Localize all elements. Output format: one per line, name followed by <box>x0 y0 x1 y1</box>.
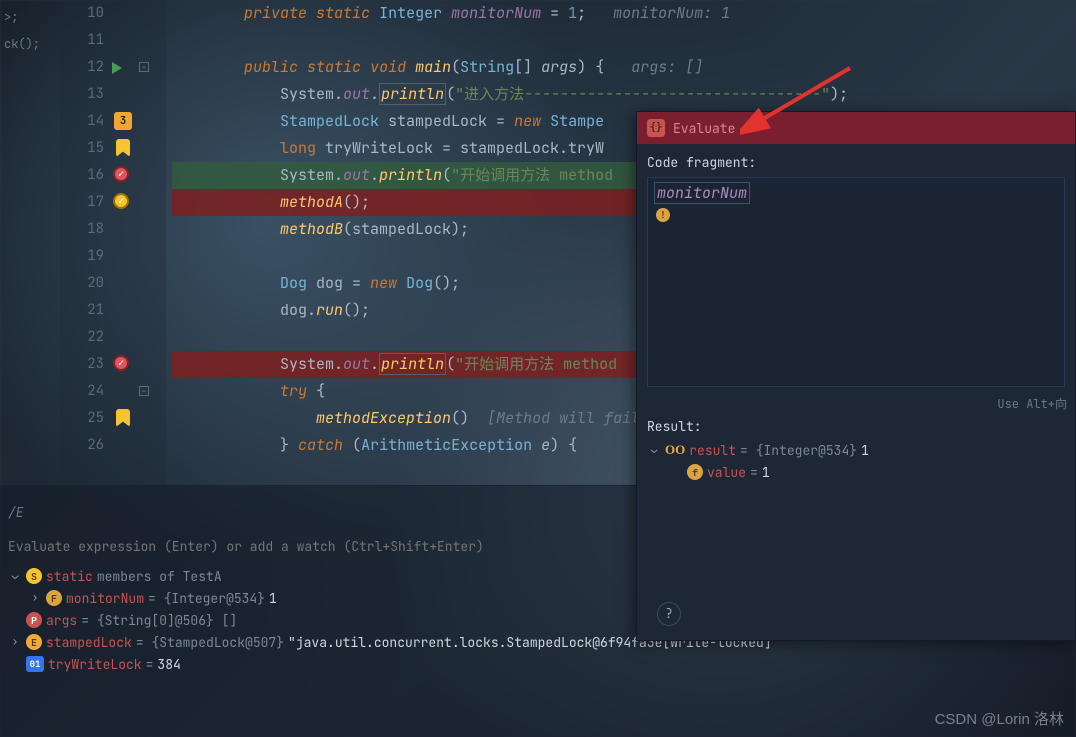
expression-token: monitorNum <box>654 182 750 204</box>
result-row[interactable]: f value = 1 <box>647 461 1065 483</box>
variable-name: monitorNum <box>66 590 144 607</box>
variable-name: args <box>46 612 77 629</box>
line-number[interactable]: 17 <box>60 189 104 216</box>
breakpoint-icon[interactable] <box>113 166 129 182</box>
result-label: Result: <box>647 418 1065 435</box>
numbered-bookmark-icon[interactable]: 3 <box>114 112 132 130</box>
code-line[interactable]: private static Integer monitorNum = 1; m… <box>172 0 1076 27</box>
result-type: = <box>750 464 758 481</box>
line-number[interactable]: 25 <box>60 405 104 432</box>
variable-value: 384 <box>157 656 180 673</box>
glasses-icon: OO <box>665 442 685 458</box>
variable-type: = {Integer@534} <box>148 590 265 607</box>
line-number[interactable]: 21 <box>60 297 104 324</box>
result-name: result <box>689 442 736 459</box>
variable-value: 1 <box>269 590 277 607</box>
line-number-gutter[interactable]: 1011121314151617181920212223242526 <box>60 0 110 485</box>
watermark: CSDN @Lorin 洛林 <box>935 708 1064 729</box>
variable-kind-icon: P <box>26 612 42 628</box>
code-fragment-label: Code fragment: <box>647 154 1065 171</box>
variable-row[interactable]: 01 tryWriteLock = 384 <box>8 653 1068 675</box>
line-number[interactable]: 10 <box>60 0 104 27</box>
result-name: value <box>707 464 746 481</box>
bookmark-icon[interactable] <box>116 139 130 157</box>
variable-type: members of TestA <box>97 568 222 585</box>
line-number[interactable]: 23 <box>60 351 104 378</box>
variable-type: = {String[0]@506} [] <box>81 612 237 629</box>
breakpoint-icon[interactable] <box>113 355 129 371</box>
tree-arrow-icon[interactable]: ⌄ <box>647 443 661 457</box>
line-number[interactable]: 24 <box>60 378 104 405</box>
line-number[interactable]: 12 <box>60 54 104 81</box>
line-number[interactable]: 22 <box>60 324 104 351</box>
variable-kind-icon: E <box>26 634 42 650</box>
line-number[interactable]: 20 <box>60 270 104 297</box>
result-row[interactable]: ⌄ OO result = {Integer@534} 1 <box>647 439 1065 461</box>
line-number[interactable]: 26 <box>60 432 104 459</box>
code-line[interactable]: System.out.println("进入方法----------------… <box>172 81 1076 108</box>
evaluate-title: Evaluate <box>673 120 735 137</box>
fold-toggle[interactable]: − <box>139 386 149 396</box>
result-type: = {Integer@534} <box>740 442 857 459</box>
left-hint: ck(); <box>0 31 60 58</box>
breakpoint-icon[interactable] <box>113 193 129 209</box>
variable-type: = <box>146 656 154 673</box>
line-number[interactable]: 11 <box>60 27 104 54</box>
code-line[interactable] <box>172 27 1076 54</box>
line-number[interactable]: 19 <box>60 243 104 270</box>
result-tree[interactable]: ⌄OO result = {Integer@534} 1f value = 1 <box>647 439 1065 483</box>
help-button[interactable]: ? <box>657 602 681 626</box>
variable-kind-icon: 01 <box>26 656 44 672</box>
variable-kind-icon: S <box>26 568 42 584</box>
code-fragment-input[interactable]: monitorNum ! <box>647 177 1065 387</box>
line-number[interactable]: 15 <box>60 135 104 162</box>
tree-arrow-icon[interactable]: › <box>8 635 22 649</box>
line-number[interactable]: 16 <box>60 162 104 189</box>
variable-name: tryWriteLock <box>48 656 142 673</box>
tree-arrow-icon[interactable]: ⌄ <box>8 569 22 583</box>
field-icon: f <box>687 464 703 480</box>
line-number[interactable]: 18 <box>60 216 104 243</box>
evaluate-icon: {} <box>647 119 665 137</box>
warning-icon: ! <box>656 208 670 222</box>
eval-hint-icon: /E <box>8 504 24 521</box>
evaluate-dialog: {} Evaluate Code fragment: monitorNum ! … <box>636 111 1076 641</box>
code-line[interactable]: public static void main(String[] args) {… <box>172 54 1076 81</box>
tree-arrow-icon[interactable]: › <box>28 591 42 605</box>
fold-toggle[interactable]: − <box>139 62 149 72</box>
variable-type: = {StampedLock@507} <box>136 634 284 651</box>
result-value: 1 <box>861 442 869 459</box>
line-number[interactable]: 14 <box>60 108 104 135</box>
variable-name: stampedLock <box>46 634 132 651</box>
fold-strip[interactable]: −− <box>136 0 166 485</box>
bookmark-icon[interactable] <box>116 409 130 427</box>
variable-name: static <box>46 568 93 585</box>
evaluate-titlebar[interactable]: {} Evaluate <box>637 112 1075 144</box>
run-gutter-icon[interactable] <box>112 62 122 74</box>
variable-kind-icon: F <box>46 590 62 606</box>
line-number[interactable]: 13 <box>60 81 104 108</box>
left-hint: >; <box>0 4 60 31</box>
evaluate-hint: Use Alt+向 <box>637 391 1075 412</box>
left-hint-column: >; ck(); <box>0 0 60 485</box>
result-value: 1 <box>762 464 770 481</box>
